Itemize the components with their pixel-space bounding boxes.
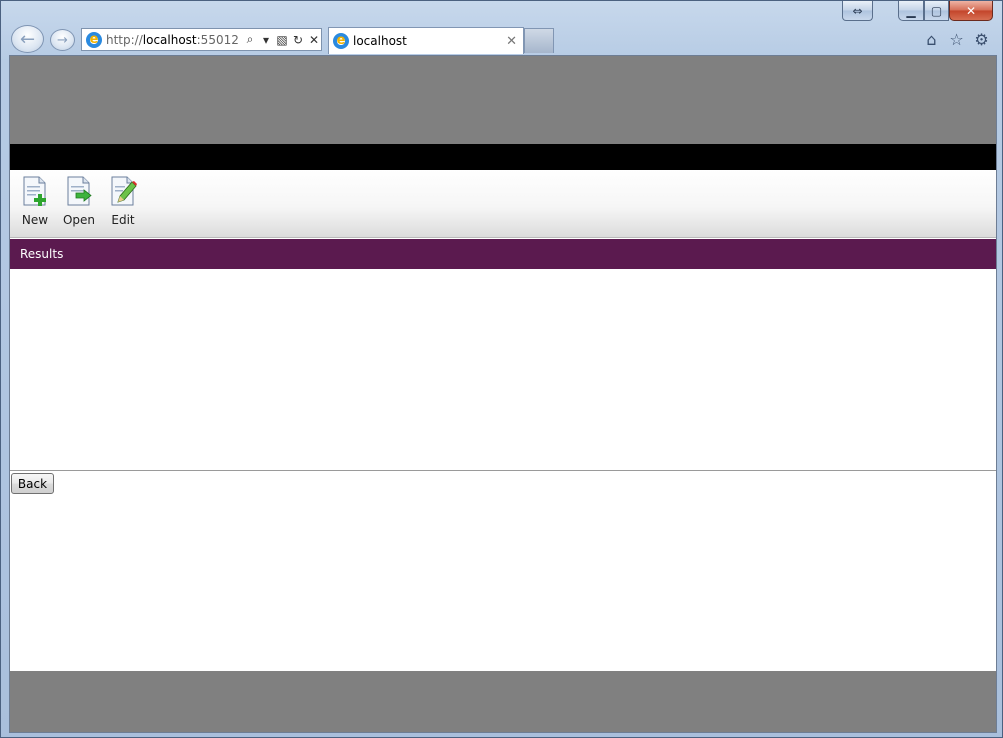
address-url[interactable]: http://localhost:55012/P... [106,33,238,47]
header-black-bar [10,144,996,170]
maximize-button[interactable]: ▢ [924,1,949,21]
url-prefix: http:// [106,32,143,47]
back-arrow-icon[interactable]: ← [11,25,44,53]
edit-label: Edit [111,213,135,227]
url-rest: :55012/P... [196,32,238,47]
minimize-button[interactable]: ▁ [898,1,924,21]
resize-arrows-icon[interactable]: ⇔ [842,1,873,21]
search-icon[interactable]: ⌕ [242,32,258,47]
ie-logo-icon: e [86,31,102,48]
browser-nav-row: ← → e http://localhost:55012/P... ⌕ ▾ ▧ … [1,25,1003,55]
close-window-button[interactable]: ✕ [949,1,993,21]
results-header: Results [10,239,996,269]
tab-close-icon[interactable]: ✕ [506,34,517,49]
browser-tools: ⌂ ☆ ⚙ [923,30,990,49]
page-viewport: New Open Edit Results Back [9,55,997,733]
results-title: Results [20,247,64,261]
new-tab-button[interactable] [524,28,554,53]
address-icons: ⌕ ▾ ▧ ↻ ✕ [242,32,322,47]
results-panel [10,269,996,471]
browser-window: ⇔ ▁ ▢ ✕ ← → e http://localhost:55012/P..… [0,0,1003,738]
home-icon[interactable]: ⌂ [923,30,940,49]
new-button[interactable]: New [15,176,55,232]
tab-title: localhost [353,34,407,48]
tab-favicon-icon: e [333,33,349,49]
address-bar[interactable]: e http://localhost:55012/P... ⌕ ▾ ▧ ↻ ✕ [81,28,322,51]
gear-icon[interactable]: ⚙ [973,30,990,49]
open-document-icon [67,176,92,206]
new-label: New [21,213,49,227]
edit-document-icon [111,176,137,206]
stop-icon[interactable]: ✕ [306,33,322,47]
ribbon-toolbar: New Open Edit [10,170,996,238]
open-button[interactable]: Open [59,176,99,232]
edit-button[interactable]: Edit [103,176,143,232]
refresh-icon[interactable]: ↻ [290,33,306,47]
compatibility-view-icon[interactable]: ▧ [274,33,290,47]
url-host: localhost [142,32,197,47]
forward-arrow-icon[interactable]: → [50,29,75,51]
favorites-star-icon[interactable]: ☆ [948,30,965,49]
site-header [10,56,996,144]
back-button[interactable]: Back [11,473,54,494]
open-label: Open [62,213,96,227]
site-footer [10,671,996,732]
dropdown-arrow-icon[interactable]: ▾ [258,33,274,47]
tab-localhost[interactable]: e localhost ✕ [328,27,524,54]
new-document-icon [23,176,46,206]
